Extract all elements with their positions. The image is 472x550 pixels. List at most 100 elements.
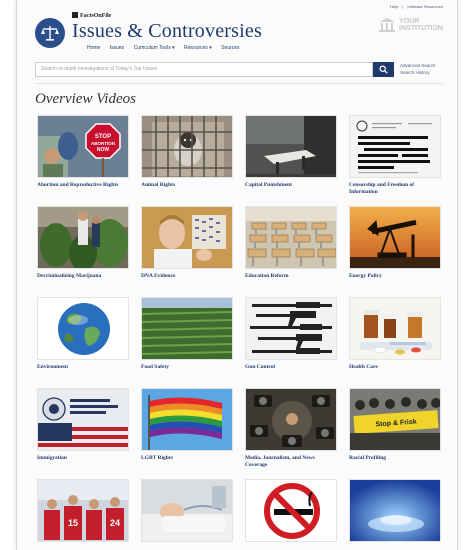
search-history-link[interactable]: Search History xyxy=(400,69,436,76)
video-title[interactable]: Censorship and Freedom of Information xyxy=(349,182,441,196)
video-card[interactable]: Media, Journalism, and News Coverage xyxy=(245,388,337,479)
video-thumbnail[interactable] xyxy=(349,479,441,542)
institution-line-1: YOUR xyxy=(399,18,420,25)
video-thumbnail[interactable] xyxy=(141,388,233,451)
video-card[interactable]: Education Reform xyxy=(245,206,337,297)
nav-issues[interactable]: Issues xyxy=(110,45,124,51)
nav-resources[interactable]: Resources ▾ xyxy=(184,45,212,51)
svg-text:24: 24 xyxy=(110,518,120,528)
nav-curriculum-tools[interactable]: Curriculum Tools ▾ xyxy=(134,45,175,51)
video-card[interactable]: Energy Policy xyxy=(349,206,441,297)
video-title[interactable]: Decriminalizing Marijuana xyxy=(37,273,129,280)
video-title[interactable]: Education Reform xyxy=(245,273,337,280)
video-title[interactable]: LGBT Rights xyxy=(141,455,233,462)
video-thumbnail[interactable] xyxy=(349,206,441,269)
scientist-gel-icon xyxy=(142,207,232,268)
video-card[interactable]: Stop & Frisk Racial Profiling xyxy=(349,388,441,479)
video-thumbnail[interactable] xyxy=(37,388,129,451)
sports-team-icon: 15 24 xyxy=(38,480,128,541)
brand: FactsOnFile Issues & Controversies xyxy=(72,12,262,43)
rainbow-flag-icon xyxy=(142,389,232,450)
video-thumbnail[interactable] xyxy=(141,206,233,269)
video-title[interactable]: Animal Rights xyxy=(141,182,233,189)
video-card[interactable]: LGBT Rights xyxy=(141,388,233,479)
video-thumbnail[interactable] xyxy=(37,297,129,360)
video-card[interactable]: 15 24 xyxy=(37,479,129,550)
video-title[interactable]: Capital Punishment xyxy=(245,182,337,189)
video-card[interactable]: Gun Control xyxy=(245,297,337,388)
institution-line-2: INSTITUTION xyxy=(399,25,443,32)
video-card[interactable]: Decriminalizing Marijuana xyxy=(37,206,129,297)
press-cameras-icon xyxy=(246,389,336,450)
video-thumbnail[interactable] xyxy=(141,297,233,360)
video-title[interactable]: Food Safety xyxy=(141,364,233,371)
cannabis-plants-icon xyxy=(38,207,128,268)
search-options: Advanced Search Search History xyxy=(400,62,436,76)
rifles-icon xyxy=(246,298,336,359)
svg-text:STOP: STOP xyxy=(95,134,111,140)
video-thumbnail[interactable] xyxy=(245,206,337,269)
video-title[interactable]: Environment xyxy=(37,364,129,371)
publisher-name: FactsOnFile xyxy=(80,13,112,19)
video-thumbnail[interactable] xyxy=(349,115,441,178)
earth-globe-icon xyxy=(38,298,128,359)
video-thumbnail[interactable] xyxy=(37,206,129,269)
main-nav: Home Issues Curriculum Tools ▾ Resources… xyxy=(87,45,248,51)
header-divider xyxy=(35,83,443,84)
video-card[interactable] xyxy=(245,479,337,550)
video-thumbnail[interactable]: STOP ABORTION NOW xyxy=(37,115,129,178)
video-card[interactable]: Health Care xyxy=(349,297,441,388)
video-thumbnail[interactable] xyxy=(141,479,233,542)
scales-logo-icon[interactable] xyxy=(35,18,65,48)
institution-logo: YOUR INSTITUTION xyxy=(379,18,443,32)
utility-links: Help | Infobase Resources xyxy=(387,4,443,9)
video-title[interactable]: Immigration xyxy=(37,455,129,462)
video-thumbnail[interactable] xyxy=(245,388,337,451)
svg-text:NOW: NOW xyxy=(97,147,110,153)
video-card[interactable]: Food Safety xyxy=(141,297,233,388)
video-thumbnail[interactable]: Stop & Frisk xyxy=(349,388,441,451)
nav-home[interactable]: Home xyxy=(87,45,100,51)
video-title[interactable]: DNA Evidence xyxy=(141,273,233,280)
video-title[interactable]: Abortion and Reproductive Rights xyxy=(37,182,129,189)
search-input[interactable]: Search In-depth Investigations of Today'… xyxy=(35,62,373,77)
advanced-search-link[interactable]: Advanced Search xyxy=(400,62,436,69)
video-card[interactable]: DNA Evidence xyxy=(141,206,233,297)
publisher-logo: FactsOnFile xyxy=(72,12,262,19)
video-card[interactable]: STOP ABORTION NOW Abortion and Reproduct… xyxy=(37,115,129,206)
video-thumbnail[interactable]: 15 24 xyxy=(37,479,129,542)
redacted-document-icon xyxy=(350,116,440,177)
page-frame: Help | Infobase Resources FactsOnFile Is… xyxy=(16,0,458,550)
svg-text:15: 15 xyxy=(68,518,78,528)
protest-banner-icon: Stop & Frisk xyxy=(350,389,440,450)
site-title[interactable]: Issues & Controversies xyxy=(72,20,262,43)
scales-of-justice-icon xyxy=(41,26,59,41)
video-title[interactable]: Racial Profiling xyxy=(349,455,441,462)
search-placeholder: Search In-depth Investigations of Today'… xyxy=(41,66,158,72)
video-thumbnail[interactable] xyxy=(245,115,337,178)
video-card[interactable]: Immigration xyxy=(37,388,129,479)
blue-lab-icon xyxy=(350,480,440,541)
video-thumbnail[interactable] xyxy=(349,297,441,360)
video-card[interactable]: Capital Punishment xyxy=(245,115,337,206)
infobase-resources-link[interactable]: Infobase Resources xyxy=(407,4,443,9)
crop-field-icon xyxy=(142,298,232,359)
video-card[interactable]: Environment xyxy=(37,297,129,388)
video-title[interactable]: Media, Journalism, and News Coverage xyxy=(245,455,337,469)
nav-sources[interactable]: Sources xyxy=(221,45,239,51)
video-card[interactable] xyxy=(141,479,233,550)
video-title[interactable]: Health Care xyxy=(349,364,441,371)
video-card[interactable]: Censorship and Freedom of Information xyxy=(349,115,441,206)
video-thumbnail[interactable] xyxy=(141,115,233,178)
video-thumbnail[interactable] xyxy=(245,479,337,542)
video-grid: STOP ABORTION NOW Abortion and Reproduct… xyxy=(37,115,441,550)
video-title[interactable]: Gun Control xyxy=(245,364,337,371)
video-card[interactable]: Animal Rights xyxy=(141,115,233,206)
video-card[interactable] xyxy=(349,479,441,550)
institution-building-icon xyxy=(379,18,396,32)
help-link[interactable]: Help xyxy=(390,4,398,9)
video-title[interactable]: Energy Policy xyxy=(349,273,441,280)
video-thumbnail[interactable] xyxy=(245,297,337,360)
search-button[interactable] xyxy=(373,62,394,77)
hospital-patient-icon xyxy=(142,480,232,541)
